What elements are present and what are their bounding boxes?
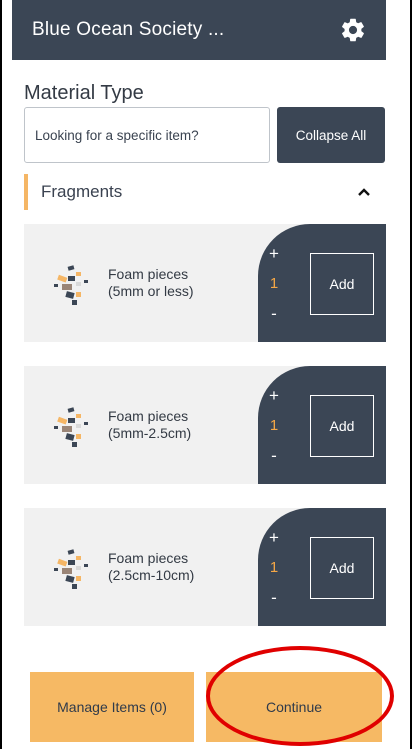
increment-button[interactable]: + [266, 244, 282, 264]
list-item: Foam pieces (5mm-2.5cm) + 1 - Add [24, 366, 386, 484]
category-accent-bar [24, 174, 28, 210]
item-name: Foam pieces (5mm or less) [108, 266, 258, 300]
quantity-panel: + 1 - Add [258, 366, 386, 484]
foam-pieces-icon [54, 549, 88, 589]
quantity-panel: + 1 - Add [258, 224, 386, 342]
app-title: Blue Ocean Society ... [32, 19, 225, 40]
item-size-line: (5mm-2.5cm) [108, 425, 192, 441]
chevron-up-icon[interactable] [356, 184, 372, 200]
continue-button[interactable]: Continue [206, 672, 382, 742]
search-input[interactable] [24, 107, 270, 163]
quantity-panel: + 1 - Add [258, 508, 386, 626]
item-name-line: Foam pieces [108, 266, 189, 282]
quantity-value: 1 [269, 417, 279, 434]
add-button[interactable]: Add [310, 253, 374, 315]
gear-icon[interactable] [338, 15, 368, 45]
item-size-line: (5mm or less) [108, 283, 194, 299]
decrement-button[interactable]: - [266, 446, 282, 466]
material-type-title: Material Type [24, 82, 144, 104]
item-name: Foam pieces (5mm-2.5cm) [108, 408, 258, 442]
foam-pieces-icon [54, 407, 88, 447]
item-size-line: (2.5cm-10cm) [108, 567, 195, 583]
item-name-line: Foam pieces [108, 550, 189, 566]
footer-bar: Manage Items (0) Continue [12, 656, 386, 749]
decrement-button[interactable]: - [266, 588, 282, 608]
item-name-line: Foam pieces [108, 408, 189, 424]
increment-button[interactable]: + [266, 386, 282, 406]
quantity-value: 1 [269, 275, 279, 292]
add-button[interactable]: Add [310, 395, 374, 457]
item-list[interactable]: Foam pieces (5mm or less) + 1 - Add Foam… [24, 224, 386, 644]
category-header-fragments[interactable]: Fragments [24, 174, 386, 210]
foam-pieces-icon [54, 265, 88, 305]
list-item: Foam pieces (5mm or less) + 1 - Add [24, 224, 386, 342]
category-label: Fragments [41, 182, 123, 201]
add-button[interactable]: Add [310, 537, 374, 599]
quantity-value: 1 [269, 559, 279, 576]
increment-button[interactable]: + [266, 528, 282, 548]
collapse-all-button[interactable]: Collapse All [277, 107, 385, 163]
list-item: Foam pieces (2.5cm-10cm) + 1 - Add [24, 508, 386, 626]
manage-items-button[interactable]: Manage Items (0) [30, 672, 194, 742]
decrement-button[interactable]: - [266, 304, 282, 324]
item-name: Foam pieces (2.5cm-10cm) [108, 550, 258, 584]
app-header: Blue Ocean Society ... [12, 0, 386, 60]
